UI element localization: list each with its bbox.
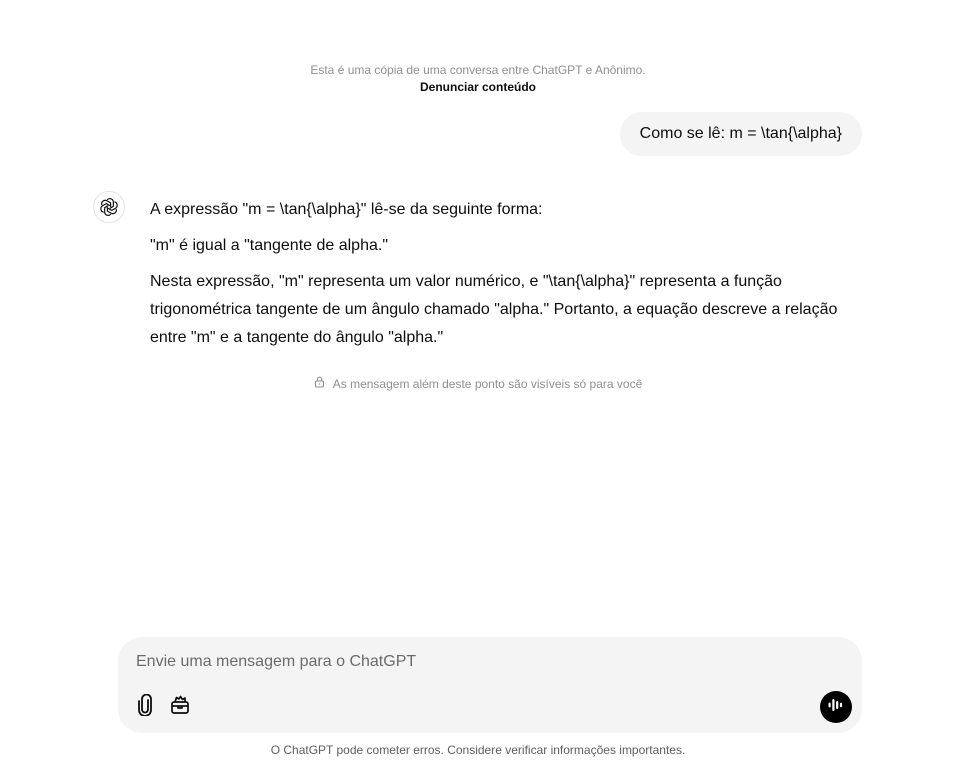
shared-notice-text: Esta é uma cópia de uma conversa entre C… bbox=[310, 63, 646, 77]
report-content-link[interactable]: Denunciar conteúdo bbox=[420, 79, 536, 95]
assistant-paragraph: A expressão "m = \tan{\alpha}" lê-se da … bbox=[150, 201, 543, 218]
private-notice-text: As mensagem além deste ponto são visívei… bbox=[332, 376, 643, 391]
footer-disclaimer: O ChatGPT pode cometer erros. Considere … bbox=[270, 743, 686, 757]
chatgpt-logo-icon bbox=[93, 191, 125, 223]
paperclip-icon bbox=[136, 693, 154, 721]
message-input[interactable]: Envie uma mensagem para o ChatGPT bbox=[136, 651, 416, 673]
user-message-bubble: Como se lê: m = \tan{\alpha} bbox=[619, 112, 862, 156]
toolbox-icon bbox=[170, 695, 190, 720]
lock-icon bbox=[314, 376, 325, 391]
shared-conversation-notice: Esta é uma cópia de uma conversa entre C… bbox=[0, 63, 956, 96]
attach-file-button[interactable] bbox=[132, 693, 158, 721]
private-messages-notice: As mensagem além deste ponto são visívei… bbox=[0, 376, 956, 391]
voice-mode-button[interactable] bbox=[820, 691, 852, 723]
chat-page: Esta é uma cópia de uma conversa entre C… bbox=[0, 0, 956, 765]
assistant-paragraph: "m" é igual a "tangente de alpha." bbox=[150, 237, 388, 254]
voice-waveform-icon bbox=[827, 696, 845, 719]
tools-button[interactable] bbox=[167, 694, 193, 720]
message-composer: Envie uma mensagem para o ChatGPT bbox=[118, 637, 862, 733]
assistant-message: A expressão "m = \tan{\alpha}" lê-se da … bbox=[150, 196, 862, 360]
assistant-paragraph: Nesta expressão, "m" representa um valor… bbox=[150, 273, 838, 346]
